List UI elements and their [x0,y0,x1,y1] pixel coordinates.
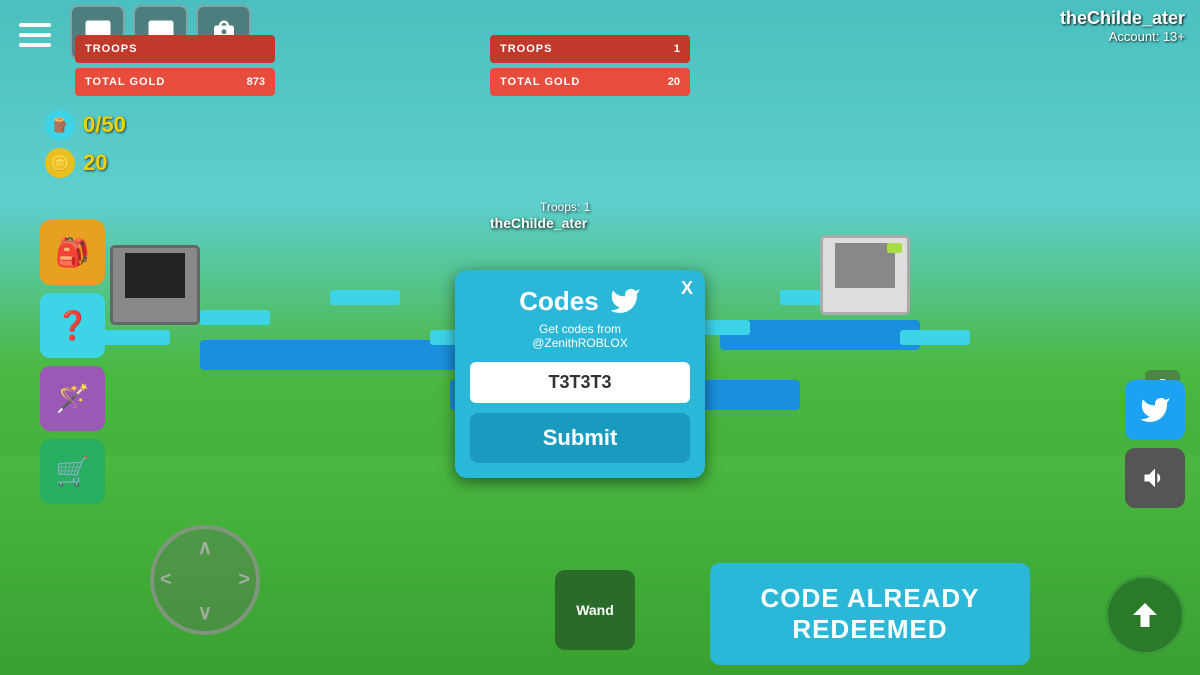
modal-close-button[interactable]: X [681,278,693,299]
codes-modal: X Codes Get codes from @ZenithROBLOX Sub… [455,270,705,478]
platform-3 [720,320,920,350]
cyan-tile-3 [330,290,400,305]
cyan-tile-2 [200,310,270,325]
submit-button[interactable]: Submit [470,413,690,463]
code-input[interactable] [470,362,690,403]
cart-side-button[interactable]: 🛒 [40,439,105,504]
right-side-buttons [1125,380,1185,508]
up-arrow-button[interactable] [1105,575,1185,655]
bag-side-button[interactable]: 🎒 [40,220,105,285]
question-side-button[interactable]: ❓ [40,293,105,358]
twitter-icon [609,285,641,317]
twitter-right-button[interactable] [1125,380,1185,440]
coin-value: 20 [83,150,107,176]
volume-icon [1141,464,1169,492]
cyan-tile-8 [900,330,970,345]
hamburger-button[interactable] [10,10,60,60]
coin-icon: 🪙 [45,148,75,178]
modal-title-row: Codes [470,285,690,317]
player-world-label: theChilde_ater [490,215,587,231]
game-computer-left [110,245,200,325]
wand-button[interactable]: Wand [555,570,635,650]
volume-right-button[interactable] [1125,448,1185,508]
wand-label: Wand [576,602,614,618]
wood-value: 0/50 [83,112,126,138]
player-username: theChilde_ater [1060,8,1185,29]
twitter-right-icon [1139,394,1171,426]
joystick-down-arrow: ∨ [198,600,213,625]
game-computer-right [820,235,910,315]
troops-world-label: Troops: 1 [540,200,590,214]
joystick-left-arrow: < [160,569,172,592]
coin-resource: 🪙 20 [45,148,126,178]
joystick-outer[interactable]: ∧ ∨ < > [150,525,260,635]
joystick-right-arrow: > [238,569,250,592]
redeemed-text: CODE ALREADY REDEEMED [735,583,1005,645]
joystick-up-arrow: ∧ [198,535,213,560]
up-arrow-icon [1127,597,1163,633]
cyan-tile-1 [100,330,170,345]
modal-subtitle: Get codes from @ZenithROBLOX [470,322,690,350]
username-display: theChilde_ater Account: 13+ [1060,8,1185,44]
wood-resource: 🪵 0/50 [45,110,126,140]
joystick[interactable]: ∧ ∨ < > [150,525,260,635]
wood-icon: 🪵 [45,110,75,140]
modal-title: Codes [519,286,598,317]
side-action-buttons: 🎒 ❓ 🪄 🛒 [40,220,105,504]
resource-panel: 🪵 0/50 🪙 20 [45,110,126,178]
wand-side-button[interactable]: 🪄 [40,366,105,431]
redeemed-banner: CODE ALREADY REDEEMED [710,563,1030,665]
player-account: Account: 13+ [1060,29,1185,44]
